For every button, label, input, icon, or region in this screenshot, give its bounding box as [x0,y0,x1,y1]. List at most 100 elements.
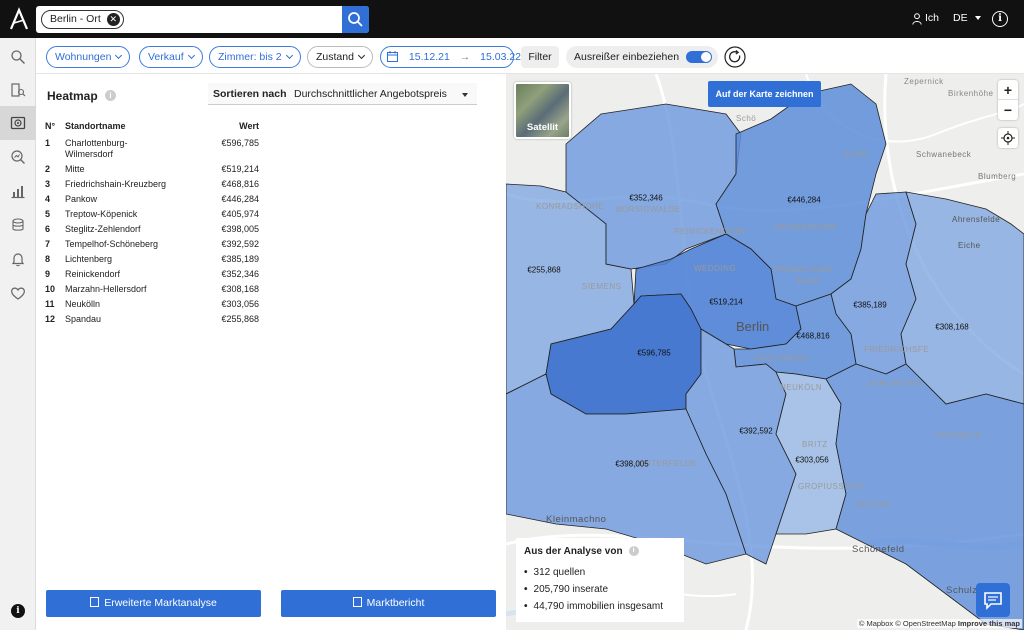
district-price-label: €352,346 [629,193,663,203]
place-label: BRITZ [802,440,828,449]
place-label: HEINERSDORF [774,223,838,232]
nav-valuation[interactable] [0,208,36,242]
calendar-icon [387,50,398,62]
top-bar: Berlin - Ort ✕ Ich DE i [0,0,1024,38]
condition-dropdown[interactable]: Zustand [307,46,373,68]
report-icon [352,597,362,608]
mapbox-attribution[interactable]: © Mapbox [859,619,893,628]
refresh-icon[interactable] [724,46,746,68]
place-label: RUDOW [856,500,890,509]
locate-button[interactable] [998,128,1018,148]
nav-search[interactable] [0,40,36,74]
market-report-button[interactable]: Marktbericht [281,590,496,617]
date-range-picker[interactable]: 15.12.21 → 15.03.22 [380,46,521,68]
info-icon[interactable]: i [628,546,639,557]
satellite-toggle[interactable]: Satellit [514,82,571,139]
outliers-toggle-group[interactable]: Ausreißer einbeziehen [566,46,718,68]
place-label: Birkenhöhe [948,89,994,98]
row-name: Treptow-Köpenick [65,209,138,219]
table-row[interactable]: 4 Pankow €446,284 [45,194,259,209]
info-icon[interactable]: i [11,604,25,618]
row-rank: 9 [45,269,51,279]
nav-alerts[interactable] [0,242,36,276]
sort-value: Durchschnittlicher Angebotspreis [294,88,447,100]
place-label: WEDDING [694,264,737,273]
place-label: SIEMENS [582,282,622,291]
osm-attribution[interactable]: © OpenStreetMap [895,619,956,628]
remove-chip-icon[interactable]: ✕ [106,13,120,26]
heatmap-map[interactable]: Zepernick Birkenhöhe Schö Schwanebeck Bl… [506,74,1024,630]
row-name: Lichtenberg [65,254,113,264]
table-row[interactable]: 12 Spandau €255,868 [45,314,259,329]
help-info-icon[interactable]: i [992,11,1008,27]
sort-dropdown[interactable]: Sortieren nach Durchschnittlicher Angebo… [208,83,477,105]
analysis-icon [11,150,25,164]
table-row[interactable]: 8 Lichtenberg €385,189 [45,254,259,269]
chevron-down-icon [115,51,123,60]
nav-favorites[interactable] [0,276,36,310]
row-name: Reinickendorf [65,269,121,279]
nav-market-analysis[interactable] [0,140,36,174]
district-price-label: €255,868 [527,265,561,275]
row-name: Pankow [65,194,98,204]
place-label: Blumberg [978,172,1017,181]
table-row[interactable]: 10 Marzahn-Hellersdorf €308,168 [45,284,259,299]
offer-type-label: Verkauf [148,51,184,63]
outliers-toggle[interactable] [686,51,712,63]
place-label: NEUKÖLN [780,383,823,392]
chevron-down-icon [285,51,293,60]
district-price-label: €398,005 [615,459,649,469]
nav-property-search[interactable] [0,73,36,107]
place-label: BORSIGWALDE [616,205,681,214]
row-name: Tempelhof-Schöneberg [65,239,159,249]
row-rank: 5 [45,209,51,219]
district-price-label: €468,816 [796,331,830,341]
user-menu-label[interactable]: Ich [925,12,939,24]
nav-heatmap[interactable] [0,106,36,140]
table-row[interactable]: 6 Steglitz-Zehlendorf €398,005 [45,224,259,239]
row-value: €392,592 [221,239,259,249]
district-price-label: €596,785 [637,348,671,358]
row-rank: 11 [45,299,55,309]
rooms-dropdown[interactable]: Zimmer: bis 2 [209,46,301,68]
place-label: PRENZLAUER [774,265,833,274]
row-rank: 2 [45,164,51,174]
row-rank: 10 [45,284,56,294]
market-report-label: Marktbericht [366,597,425,609]
user-icon[interactable] [912,13,922,25]
location-chip[interactable]: Berlin - Ort ✕ [41,10,124,29]
zoom-out-button[interactable]: − [998,100,1018,120]
table-row[interactable]: 7 Tempelhof-Schöneberg €392,592 [45,239,259,254]
document-icon [90,597,100,608]
table-row[interactable]: 9 Reinickendorf €352,346 [45,269,259,284]
table-row[interactable]: 5 Treptow-Köpenick €405,974 [45,209,259,224]
table-row[interactable]: 3 Friedrichshain-Kreuzberg €468,816 [45,179,259,194]
analysis-item: 205,790 inserate [524,581,676,598]
language-selector[interactable]: DE [953,12,981,24]
zoom-in-button[interactable]: + [998,80,1018,100]
place-label: Schulz [946,585,978,596]
row-name: Steglitz-Zehlendorf [65,224,141,234]
table-row[interactable]: 11 Neukölln €303,056 [45,299,259,314]
search-icon [11,50,25,64]
draw-on-map-button[interactable]: Auf der Karte zeichnen [708,81,821,107]
property-type-dropdown[interactable]: Wohnungen [46,46,131,68]
improve-map-link[interactable]: Improve this map [958,619,1020,628]
district-price-label: €519,214 [709,297,743,307]
row-rank: 7 [45,239,51,249]
info-icon[interactable]: i [105,90,116,101]
chat-button[interactable] [976,583,1010,617]
nav-statistics[interactable] [0,174,36,208]
analysis-item: 312 quellen [524,564,676,581]
filter-button[interactable]: Filter [521,46,559,68]
app-logo-icon[interactable] [8,7,30,31]
table-row[interactable]: 1 Charlottenburg-Wilmersdorf €596,785 [45,138,259,164]
market-analysis-button[interactable]: Erweiterte Marktanalyse [46,590,261,617]
district-price-label: €385,189 [853,300,887,310]
location-search-input[interactable]: Berlin - Ort ✕ [36,6,369,33]
search-button[interactable] [342,6,369,33]
row-value: €308,168 [221,284,259,294]
place-label: BERG [796,277,821,286]
offer-type-dropdown[interactable]: Verkauf [139,46,203,68]
table-row[interactable]: 2 Mitte €519,214 [45,164,259,179]
